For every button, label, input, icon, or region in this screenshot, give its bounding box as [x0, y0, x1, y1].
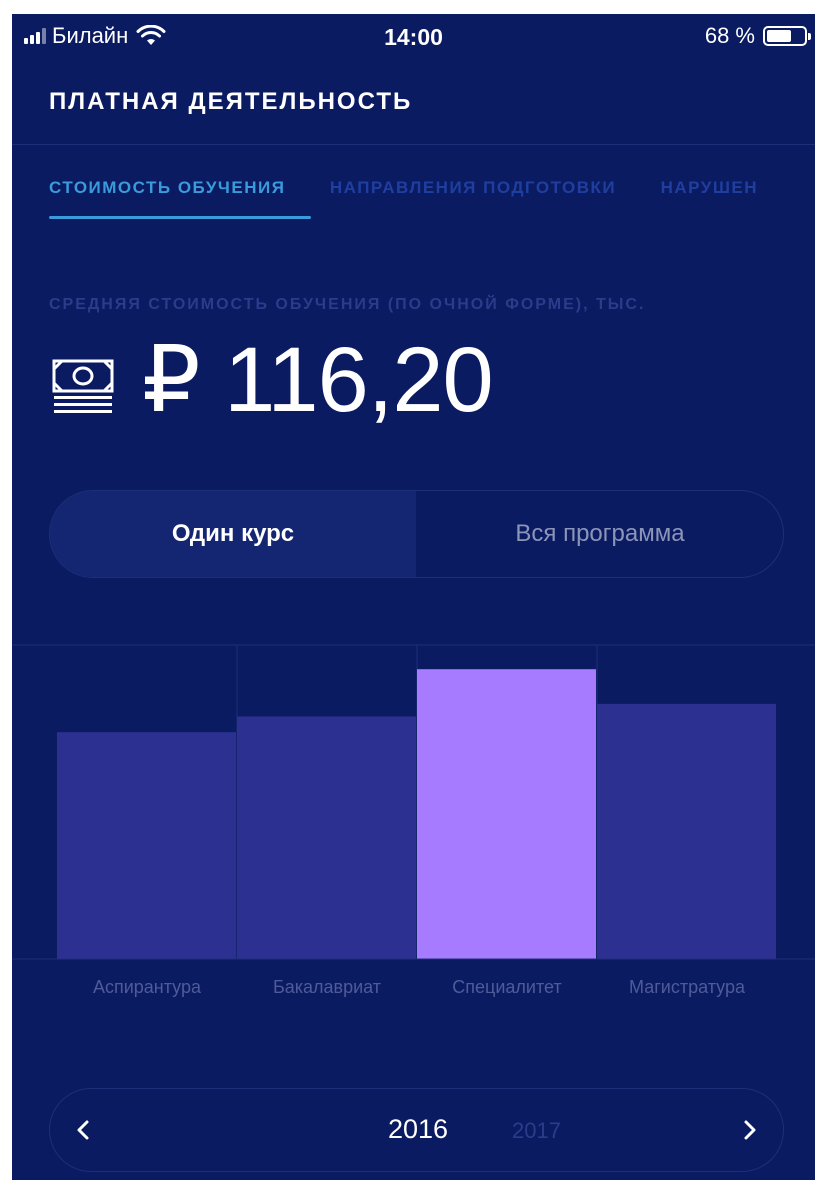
tab-violations[interactable]: НАРУШЕН: [661, 178, 758, 198]
status-right: 68 %: [704, 23, 811, 48]
chevron-left-icon: [77, 1120, 89, 1140]
cost-chart: Аспирантура Бакалавриат Специалитет Магистр…: [12, 644, 815, 1004]
battery-percent: 68 %: [704, 23, 755, 48]
segment-full-program[interactable]: Вся программа: [417, 491, 783, 577]
chevron-right-icon: [744, 1120, 756, 1140]
chart-category-label-0: Аспирантура: [93, 977, 202, 997]
next-year-button[interactable]: [735, 1113, 765, 1147]
previous-year-button[interactable]: [68, 1113, 98, 1147]
chart-category-label-1: Бакалавриат: [273, 977, 381, 997]
tab-bar: СТОИМОСТЬ ОБУЧЕНИЯ НАПРАВЛЕНИЯ ПОДГОТОВК…: [49, 178, 798, 219]
battery-icon: [763, 26, 811, 46]
year-pager: 2016 2017: [49, 1088, 784, 1172]
period-segmented-control: Один курс Вся программа: [49, 490, 784, 578]
chart-bar-1[interactable]: [237, 716, 416, 959]
chart-bar-2[interactable]: [417, 669, 596, 959]
bar-chart: Аспирантура Бакалавриат Специалитет Магистр…: [12, 644, 815, 997]
tab-cost-label: СТОИМОСТЬ ОБУЧЕНИЯ: [49, 178, 286, 197]
current-year: 2016: [388, 1114, 449, 1144]
chart-bar-3[interactable]: [597, 703, 776, 959]
chart-bar-0[interactable]: [57, 732, 236, 959]
tab-directions[interactable]: НАПРАВЛЕНИЯ ПОДГОТОВКИ: [330, 178, 616, 198]
segment-one-course[interactable]: Один курс: [50, 491, 417, 577]
chart-category-label-3: Магистратура: [629, 977, 746, 997]
next-year[interactable]: 2017: [512, 1118, 561, 1144]
metric-label: СРЕДНЯЯ СТОИМОСТЬ ОБУЧЕНИЯ (ПО ОЧНОЙ ФОР…: [49, 296, 646, 313]
status-bar: Билайн 14:00 68 %: [12, 14, 815, 58]
tab-cost[interactable]: СТОИМОСТЬ ОБУЧЕНИЯ: [49, 178, 311, 219]
battery-fill: [767, 30, 792, 42]
app-screen: Билайн 14:00 68 % ПЛАТНАЯ ДЕЯТЕЛЬНОСТЬ С…: [12, 14, 815, 1180]
chart-category-label-2: Специалитет: [452, 977, 561, 997]
page-title: ПЛАТНАЯ ДЕЯТЕЛЬНОСТЬ: [49, 88, 413, 115]
status-time: 14:00: [384, 24, 443, 50]
header-divider: [12, 144, 815, 145]
active-tab-indicator: [49, 216, 311, 219]
metric-value: ₽ 116,20: [142, 329, 494, 431]
money-icon: [52, 359, 114, 413]
